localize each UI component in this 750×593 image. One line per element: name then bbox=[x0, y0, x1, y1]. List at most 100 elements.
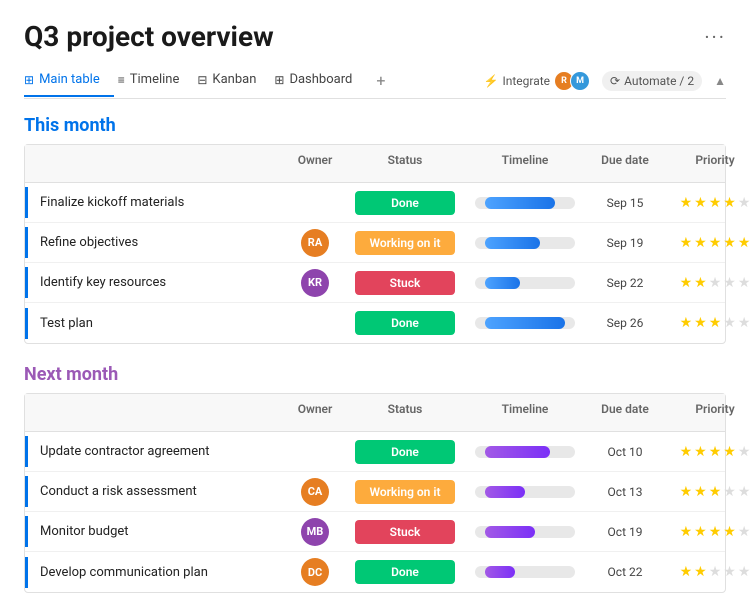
star: ★ bbox=[709, 315, 722, 331]
section-label: This month bbox=[24, 115, 726, 136]
owner-avatar: DC bbox=[301, 558, 329, 586]
avatar-2: M bbox=[570, 71, 590, 91]
timeline-bar bbox=[485, 277, 520, 289]
star: ★ bbox=[723, 195, 736, 211]
star: ★ bbox=[680, 484, 693, 500]
star: ★ bbox=[709, 195, 722, 211]
status-badge[interactable]: Done bbox=[355, 440, 455, 464]
status-badge[interactable]: Stuck bbox=[355, 520, 455, 544]
star: ★ bbox=[680, 275, 693, 291]
section-table: Owner Status Timeline Due date Priority … bbox=[24, 144, 726, 344]
status-badge[interactable]: Stuck bbox=[355, 271, 455, 295]
tab-main-table-label: Main table bbox=[39, 72, 100, 87]
row-priority: ★★★★★ bbox=[665, 564, 750, 580]
star: ★ bbox=[680, 235, 693, 251]
row-status[interactable]: Done bbox=[345, 560, 465, 584]
star: ★ bbox=[709, 275, 722, 291]
row-priority: ★★★★★ bbox=[665, 524, 750, 540]
automate-button[interactable]: ⟳ Automate / 2 bbox=[602, 71, 702, 91]
col-priority: Priority bbox=[665, 145, 750, 182]
row-task-name: Monitor budget bbox=[25, 516, 285, 547]
row-task-name: Conduct a risk assessment bbox=[25, 476, 285, 507]
tab-timeline[interactable]: ≡ Timeline bbox=[118, 64, 194, 97]
row-status[interactable]: Working on it bbox=[345, 231, 465, 255]
star: ★ bbox=[723, 315, 736, 331]
row-status[interactable]: Stuck bbox=[345, 520, 465, 544]
more-options-button[interactable]: ··· bbox=[704, 25, 726, 49]
section-label: Next month bbox=[24, 364, 726, 385]
integrate-button[interactable]: ⚡ Integrate R M bbox=[483, 71, 590, 91]
row-status[interactable]: Done bbox=[345, 440, 465, 464]
toolbar-right: ⚡ Integrate R M ⟳ Automate / 2 ▲ bbox=[483, 71, 726, 91]
row-status[interactable]: Done bbox=[345, 191, 465, 215]
row-task-name: Finalize kickoff materials bbox=[25, 187, 285, 218]
row-timeline bbox=[465, 317, 585, 329]
tab-kanban[interactable]: ⊟ Kanban bbox=[197, 64, 270, 97]
row-timeline bbox=[465, 566, 585, 578]
row-due-date: Oct 13 bbox=[585, 485, 665, 499]
row-task-name: Update contractor agreement bbox=[25, 436, 285, 467]
row-task-name: Identify key resources bbox=[25, 267, 285, 298]
timeline-bar-wrap bbox=[475, 566, 575, 578]
star: ★ bbox=[709, 524, 722, 540]
tab-dashboard[interactable]: ⊞ Dashboard bbox=[274, 64, 366, 97]
tab-main-table[interactable]: ⊞ Main table bbox=[24, 64, 114, 97]
table-row: Develop communication plan DC Done Oct 2… bbox=[25, 552, 725, 592]
col-timeline: Timeline bbox=[465, 145, 585, 182]
status-badge[interactable]: Done bbox=[355, 311, 455, 335]
timeline-bar bbox=[485, 317, 565, 329]
col-headers: Owner Status Timeline Due date Priority … bbox=[25, 394, 725, 432]
row-timeline bbox=[465, 197, 585, 209]
timeline-bar-wrap bbox=[475, 317, 575, 329]
star: ★ bbox=[694, 524, 707, 540]
row-timeline bbox=[465, 446, 585, 458]
star: ★ bbox=[738, 564, 750, 580]
status-badge[interactable]: Done bbox=[355, 560, 455, 584]
status-badge[interactable]: Done bbox=[355, 191, 455, 215]
star: ★ bbox=[738, 484, 750, 500]
row-owner: DC bbox=[285, 558, 345, 586]
star: ★ bbox=[680, 444, 693, 460]
row-owner: KR bbox=[285, 269, 345, 297]
col-owner: Owner bbox=[285, 145, 345, 182]
status-badge[interactable]: Working on it bbox=[355, 231, 455, 255]
table-icon: ⊞ bbox=[24, 73, 34, 87]
timeline-bar bbox=[485, 566, 515, 578]
integrate-label: Integrate bbox=[502, 74, 550, 88]
star: ★ bbox=[738, 195, 750, 211]
star: ★ bbox=[738, 524, 750, 540]
row-task-name: Develop communication plan bbox=[25, 557, 285, 588]
row-status[interactable]: Stuck bbox=[345, 271, 465, 295]
star: ★ bbox=[680, 195, 693, 211]
star: ★ bbox=[694, 484, 707, 500]
star: ★ bbox=[723, 524, 736, 540]
row-task-name: Test plan bbox=[25, 308, 285, 339]
row-status[interactable]: Done bbox=[345, 311, 465, 335]
status-badge[interactable]: Working on it bbox=[355, 480, 455, 504]
row-timeline bbox=[465, 486, 585, 498]
timeline-bar bbox=[485, 486, 525, 498]
timeline-bar bbox=[485, 197, 555, 209]
col-task bbox=[25, 145, 285, 182]
row-priority: ★★★★★ bbox=[665, 484, 750, 500]
collapse-button[interactable]: ▲ bbox=[714, 74, 726, 88]
row-priority: ★★★★★ bbox=[665, 444, 750, 460]
col-task bbox=[25, 394, 285, 431]
add-tab-button[interactable]: + bbox=[370, 63, 391, 98]
row-owner: RA bbox=[285, 229, 345, 257]
tab-dashboard-label: Dashboard bbox=[289, 72, 352, 87]
kanban-icon: ⊟ bbox=[197, 73, 207, 87]
row-priority: ★★★★★ bbox=[665, 275, 750, 291]
row-owner: CA bbox=[285, 478, 345, 506]
timeline-icon: ≡ bbox=[118, 73, 125, 87]
avatar-pair: R M bbox=[554, 71, 590, 91]
timeline-bar-wrap bbox=[475, 446, 575, 458]
timeline-bar bbox=[485, 446, 550, 458]
col-due-date: Due date bbox=[585, 394, 665, 431]
table-row: Finalize kickoff materials Done Sep 15 ★… bbox=[25, 183, 725, 223]
row-due-date: Sep 15 bbox=[585, 196, 665, 210]
owner-avatar: KR bbox=[301, 269, 329, 297]
row-status[interactable]: Working on it bbox=[345, 480, 465, 504]
row-timeline bbox=[465, 237, 585, 249]
row-due-date: Oct 19 bbox=[585, 525, 665, 539]
